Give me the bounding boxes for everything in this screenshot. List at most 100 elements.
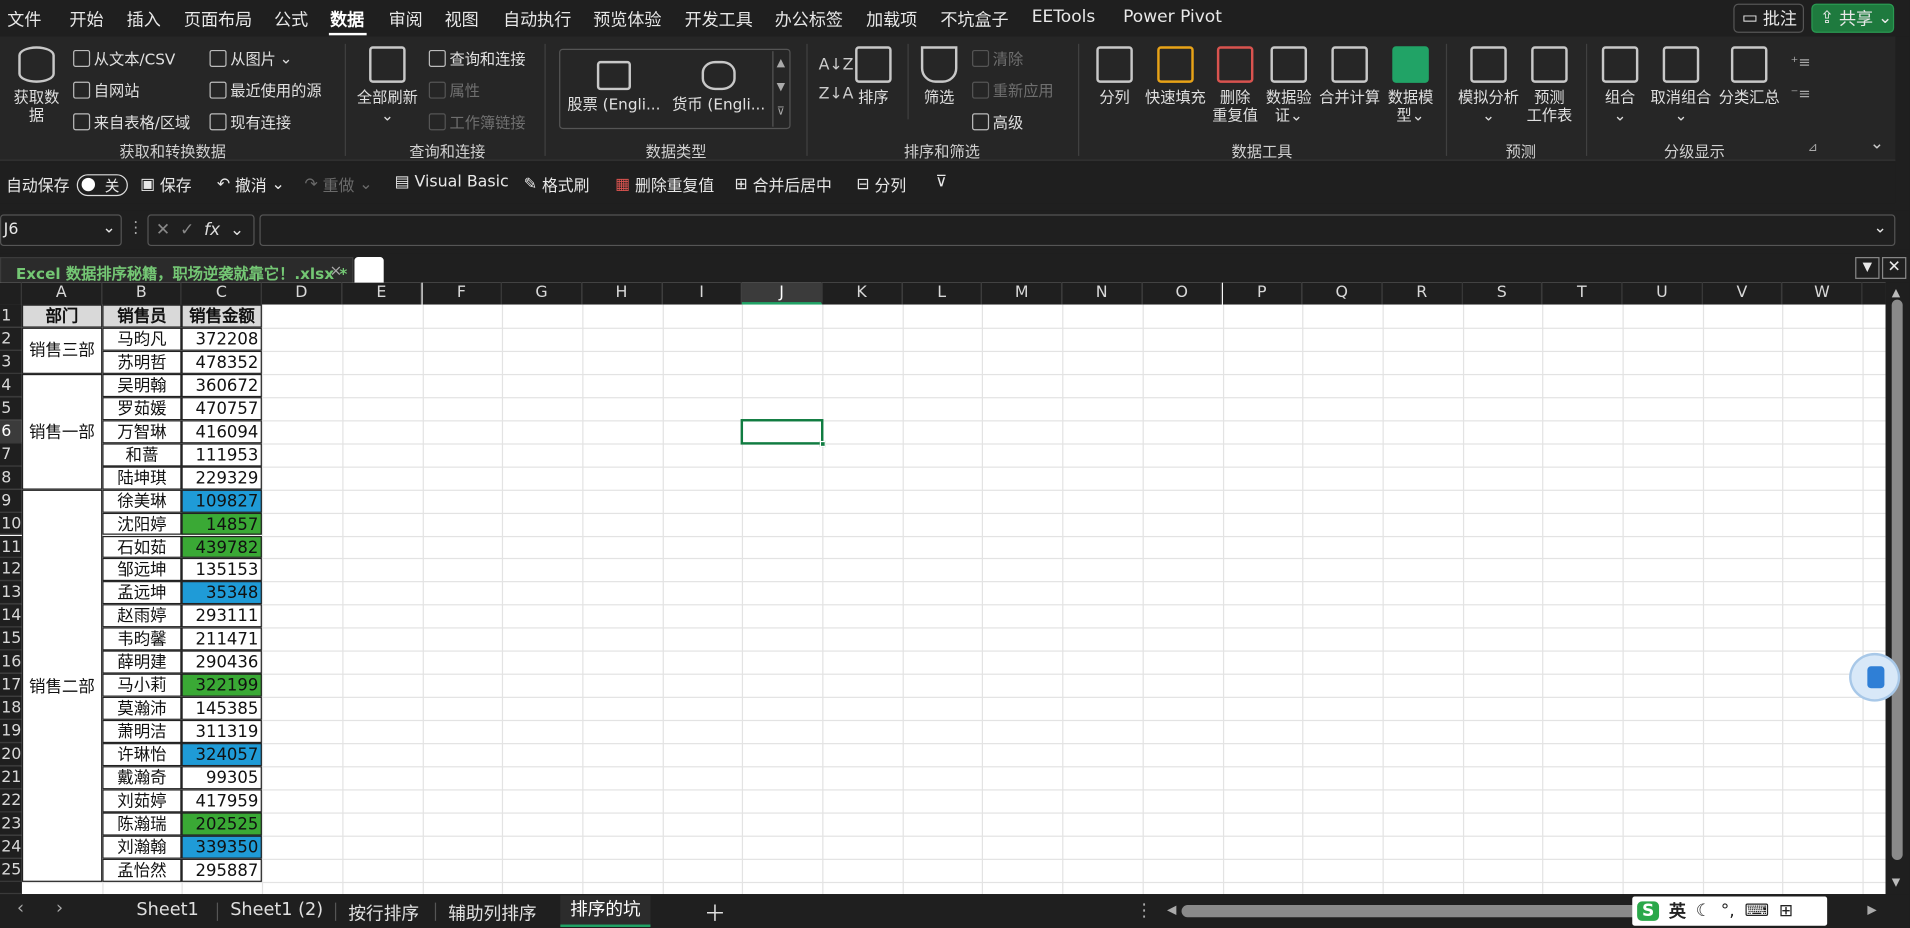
- column-header[interactable]: P: [1222, 282, 1303, 305]
- vertical-scrollbar[interactable]: ▲ ▼: [1885, 282, 1910, 895]
- insert-function-icon[interactable]: fx: [204, 220, 220, 239]
- table-header-cell[interactable]: 部门: [21, 304, 102, 328]
- subtotal-button[interactable]: 分类汇总: [1718, 46, 1781, 106]
- salesperson-cell[interactable]: 马小莉: [101, 673, 182, 697]
- flash-fill-button[interactable]: 快速填充: [1143, 46, 1209, 106]
- filter-button[interactable]: 筛选: [917, 46, 961, 106]
- workbook-tab[interactable]: Excel 数据排序秘籍，职场逆袭就靠它！.xlsx * ×: [0, 257, 354, 283]
- row-header[interactable]: 10: [0, 512, 22, 536]
- sales-amount-cell[interactable]: 135153: [181, 558, 262, 582]
- active-cell-cursor[interactable]: [740, 418, 824, 445]
- ime-toolbar[interactable]: S 英 ☾ °, ⌨ ⊞: [1632, 896, 1828, 926]
- column-header[interactable]: H: [582, 282, 663, 305]
- sales-amount-cell[interactable]: 360672: [181, 373, 262, 397]
- column-header[interactable]: I: [662, 282, 743, 305]
- sort-button[interactable]: 排序: [853, 46, 894, 106]
- salesperson-cell[interactable]: 萧明洁: [101, 720, 182, 744]
- column-header[interactable]: V: [1702, 282, 1783, 305]
- recent-sources-button[interactable]: 最近使用的源: [209, 78, 322, 101]
- row-header[interactable]: 23: [0, 812, 22, 836]
- sales-amount-cell[interactable]: 417959: [181, 789, 262, 813]
- salesperson-cell[interactable]: 罗茹媛: [101, 396, 182, 420]
- column-header[interactable]: D: [262, 282, 343, 305]
- menu-item[interactable]: 公式: [274, 7, 308, 31]
- cancel-icon[interactable]: ✕: [156, 220, 170, 239]
- add-sheet-button[interactable]: ＋: [704, 897, 726, 928]
- consolidate-button[interactable]: 合并计算: [1318, 46, 1381, 106]
- forecast-sheet-button[interactable]: 预测 工作表: [1525, 46, 1574, 124]
- sales-amount-cell[interactable]: 322199: [181, 673, 262, 697]
- column-header[interactable]: A: [21, 282, 102, 305]
- name-box[interactable]: J6 ⌄: [0, 214, 122, 247]
- existing-connections-button[interactable]: 现有连接: [209, 110, 291, 133]
- sales-amount-cell[interactable]: 324057: [181, 743, 262, 767]
- menu-item[interactable]: Power Pivot: [1123, 7, 1222, 26]
- workbook-links-button[interactable]: 工作簿链接: [428, 110, 526, 133]
- from-table-button[interactable]: 来自表格/区域: [73, 110, 190, 133]
- row-header[interactable]: 3: [0, 350, 22, 374]
- worksheet-grid[interactable]: A B C D E F G H I J K L M N O P Q R S T U V W 1 2 3 4 5 6 7 8 9 10 11 12 13…: [0, 282, 1886, 895]
- row-header[interactable]: 2: [0, 327, 22, 351]
- salesperson-cell[interactable]: 陈瀚瑞: [101, 812, 182, 836]
- column-header[interactable]: U: [1622, 282, 1703, 305]
- stocks-type-button[interactable]: 股票 (Engli...: [565, 60, 662, 113]
- expand-formula-icon[interactable]: ⌄: [1874, 219, 1887, 237]
- sales-amount-cell[interactable]: 111953: [181, 443, 262, 467]
- salesperson-cell[interactable]: 吴明翰: [101, 373, 182, 397]
- undo-button[interactable]: ↶ 撤消 ⌄: [217, 173, 285, 196]
- salesperson-cell[interactable]: 和蔷: [101, 443, 182, 467]
- row-header[interactable]: 8: [0, 466, 22, 490]
- share-button[interactable]: ⇪ 共享 ⌄: [1811, 3, 1895, 33]
- close-tab-icon[interactable]: ×: [330, 261, 343, 279]
- salesperson-cell[interactable]: 孟远坤: [101, 581, 182, 605]
- column-header[interactable]: E: [342, 282, 423, 305]
- salesperson-cell[interactable]: 赵雨婷: [101, 604, 182, 628]
- salesperson-cell[interactable]: 莫瀚沛: [101, 696, 182, 720]
- row-header[interactable]: 9: [0, 489, 22, 513]
- menu-item[interactable]: 加载项: [866, 7, 917, 31]
- remove-duplicates-button[interactable]: 删除 重复值: [1211, 46, 1260, 124]
- row-header[interactable]: 18: [0, 696, 22, 720]
- properties-button[interactable]: 属性: [428, 78, 480, 101]
- row-header[interactable]: 15: [0, 627, 22, 651]
- text-to-columns-button[interactable]: 分列: [1094, 46, 1135, 106]
- salesperson-cell[interactable]: 万智琳: [101, 419, 182, 444]
- save-button[interactable]: ▣ 保存: [140, 173, 192, 196]
- salesperson-cell[interactable]: 韦昀馨: [101, 627, 182, 651]
- row-header[interactable]: 17: [0, 673, 22, 697]
- row-header[interactable]: 1: [0, 304, 22, 328]
- menu-item[interactable]: 数据: [330, 7, 364, 31]
- column-header[interactable]: C: [181, 282, 262, 305]
- prev-sheet-button[interactable]: ‹: [17, 899, 24, 918]
- sales-amount-cell[interactable]: 416094: [181, 419, 262, 444]
- column-header[interactable]: W: [1782, 282, 1863, 305]
- sales-amount-cell[interactable]: 99305: [181, 766, 262, 790]
- menu-item[interactable]: 插入: [127, 7, 161, 31]
- format-painter-button[interactable]: ✎ 格式刷: [524, 173, 590, 196]
- show-hide-detail-icons[interactable]: ⁺≡ ⁻≡: [1791, 46, 1811, 109]
- advanced-filter-button[interactable]: 高级: [972, 110, 1023, 133]
- ungroup-button[interactable]: 取消组合 ⌄: [1647, 46, 1715, 124]
- salesperson-cell[interactable]: 孟怡然: [101, 858, 182, 882]
- sales-amount-cell[interactable]: 290436: [181, 650, 262, 674]
- sheet-tab[interactable]: Sheet1 (2): [230, 900, 323, 919]
- from-web-button[interactable]: 自网站: [73, 78, 139, 101]
- dept-merged-cell[interactable]: 销售三部: [21, 327, 102, 374]
- salesperson-cell[interactable]: 薛明建: [101, 650, 182, 674]
- enter-icon[interactable]: ✓: [180, 220, 194, 239]
- row-header[interactable]: 14: [0, 604, 22, 628]
- sales-amount-cell[interactable]: 372208: [181, 327, 262, 351]
- column-header[interactable]: F: [422, 282, 503, 305]
- redo-button[interactable]: ↷ 重做 ⌄: [305, 173, 373, 196]
- row-header[interactable]: 12: [0, 558, 22, 582]
- column-header[interactable]: Q: [1302, 282, 1383, 305]
- menu-item[interactable]: EETools: [1032, 7, 1096, 26]
- sales-amount-cell[interactable]: 35348: [181, 581, 262, 605]
- horizontal-scroll-thumb[interactable]: [1181, 905, 1674, 918]
- dept-merged-cell[interactable]: 销售二部: [21, 489, 102, 882]
- floating-assistant-icon[interactable]: [1849, 652, 1901, 702]
- menu-item[interactable]: 自动执行: [503, 7, 571, 31]
- what-if-button[interactable]: 模拟分析 ⌄: [1457, 46, 1520, 124]
- refresh-all-button[interactable]: 全部刷新 ⌄: [353, 46, 421, 124]
- data-model-button[interactable]: 数据模 型⌄: [1386, 46, 1435, 124]
